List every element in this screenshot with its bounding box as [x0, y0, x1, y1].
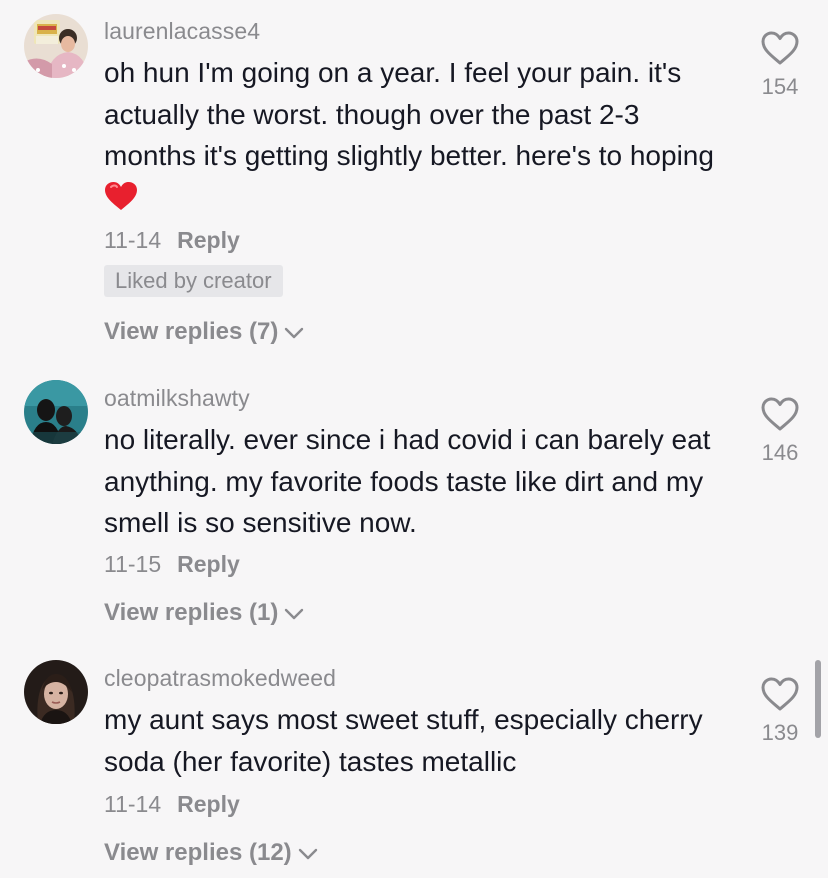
reply-button[interactable]: Reply — [177, 227, 240, 253]
comment-meta: 11-14 Reply — [104, 791, 240, 818]
view-replies-button[interactable]: View replies (7) — [104, 318, 304, 347]
comment-meta: 11-14 Reply — [104, 227, 240, 254]
comment-username[interactable]: laurenlacasse4 — [104, 18, 260, 45]
view-replies-label: View replies (12) — [104, 839, 292, 866]
like-count: 154 — [761, 74, 799, 99]
heart-outline-icon[interactable] — [760, 396, 800, 432]
heart-outline-icon[interactable] — [760, 30, 800, 66]
like-count: 146 — [761, 440, 799, 465]
chevron-down-icon — [284, 600, 304, 628]
comment-date: 11-14 — [104, 227, 162, 253]
comment-meta: 11-15 Reply — [104, 551, 240, 578]
liked-by-creator-badge: Liked by creator — [104, 265, 283, 297]
view-replies-button[interactable]: View replies (12) — [104, 839, 318, 868]
comment-date: 11-15 — [104, 551, 162, 577]
comments-screen: laurenlacasse4 oh hun I'm going on a yea… — [0, 0, 828, 878]
like-control: 154 — [748, 30, 812, 100]
scrollbar[interactable] — [815, 660, 821, 738]
comment-date: 11-14 — [104, 791, 162, 817]
comment-username[interactable]: oatmilkshawty — [104, 385, 250, 412]
avatar[interactable] — [24, 660, 88, 724]
avatar[interactable] — [24, 14, 88, 78]
comment-text: oh hun I'm going on a year. I feel your … — [104, 52, 724, 218]
view-replies-label: View replies (7) — [104, 318, 279, 345]
like-control: 146 — [748, 396, 812, 466]
reply-button[interactable]: Reply — [177, 551, 240, 577]
chevron-down-icon — [298, 840, 318, 868]
view-replies-label: View replies (1) — [104, 599, 279, 626]
avatar[interactable] — [24, 380, 88, 444]
comment-username[interactable]: cleopatrasmokedweed — [104, 665, 336, 692]
chevron-down-icon — [284, 319, 304, 347]
comment-text-content: oh hun I'm going on a year. I feel your … — [104, 57, 714, 171]
heart-outline-icon[interactable] — [760, 676, 800, 712]
view-replies-button[interactable]: View replies (1) — [104, 599, 304, 628]
comment-text: no literally. ever since i had covid i c… — [104, 424, 711, 538]
comment-text: my aunt says most sweet stuff, especiall… — [104, 704, 703, 777]
red-heart-emoji-icon — [104, 181, 138, 211]
reply-button[interactable]: Reply — [177, 791, 240, 817]
like-control: 139 — [748, 676, 812, 746]
like-count: 139 — [761, 720, 799, 745]
